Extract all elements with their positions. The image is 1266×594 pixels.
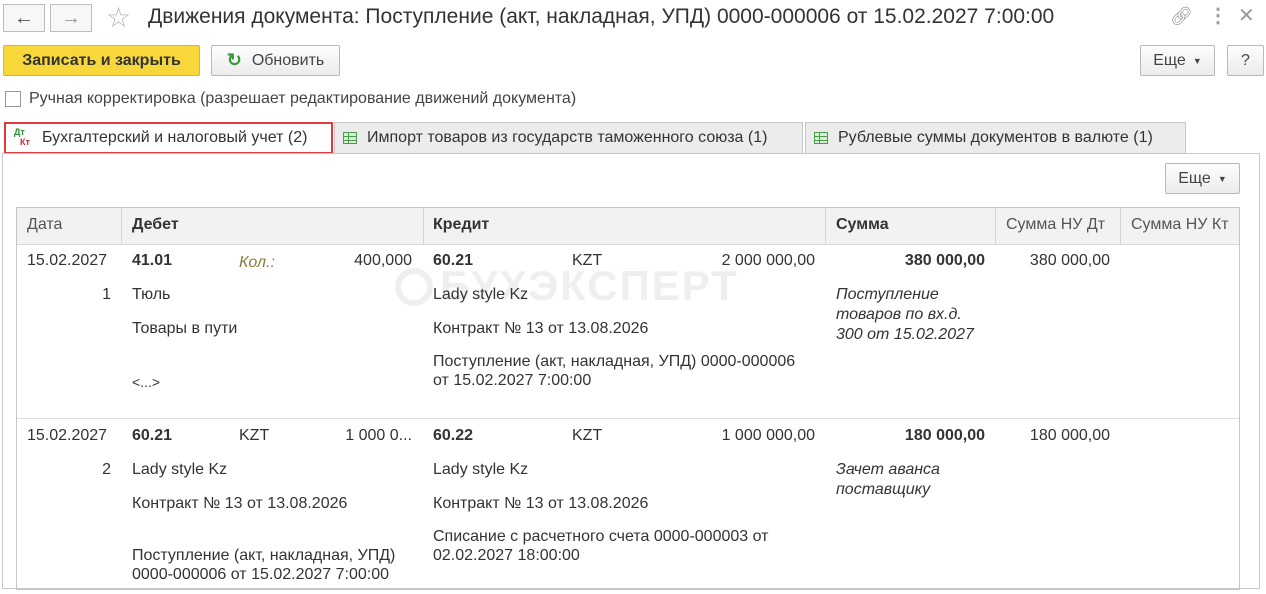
credit-subconto-2: Контракт № 13 от 13.08.2026 [433, 320, 649, 337]
tab-ruble-sums-label: Рублевые суммы документов в валюте (1) [838, 129, 1153, 146]
refresh-icon: ↻ [226, 50, 242, 70]
tab-import-goods[interactable]: Импорт товаров из государств таможенного… [334, 122, 803, 153]
credit-subconto-3-line1: Поступление (акт, накладная, УПД) 0000-0… [433, 353, 796, 370]
help-label: ? [1241, 51, 1250, 69]
row-sum: 380 000,00 [904, 252, 985, 269]
debit-qty-label: Кол.: [239, 254, 275, 271]
content-line2: товаров по вх.д. [836, 306, 962, 323]
chevron-down-icon: ▼ [1217, 173, 1227, 184]
column-debit[interactable]: Дебет [132, 216, 179, 234]
credit-account: 60.22 [433, 427, 474, 444]
tab-import-goods-label: Импорт товаров из государств таможенного… [367, 129, 768, 146]
help-button[interactable]: ? [1227, 45, 1264, 76]
debit-account: 41.01 [132, 252, 173, 269]
debit-subconto-3-line2: 0000-000006 от 15.02.2027 7:00:00 [132, 566, 389, 583]
credit-subconto-1: Lady style Kz [433, 461, 529, 478]
kebab-menu-icon[interactable]: ⋮ [1208, 3, 1228, 28]
column-sum-nu-dt[interactable]: Сумма НУ Дт [1006, 216, 1105, 234]
panel-more-label: Еще [1178, 169, 1211, 187]
tab-accounting[interactable]: Дт Кт Бухгалтерский и налоговый учет (2) [4, 122, 333, 154]
credit-subconto-1: Lady style Kz [433, 286, 529, 303]
table-header: Дата Дебет Кредит Сумма Сумма НУ Дт Сумм… [17, 208, 1239, 245]
content-line1: Зачет аванса [836, 461, 940, 478]
link-icon[interactable]: 🔗︎ [1170, 6, 1193, 27]
manual-correction-checkbox[interactable] [5, 91, 21, 107]
tab-ruble-sums[interactable]: Рублевые суммы документов в валюте (1) [805, 122, 1186, 153]
debit-subconto-1: Тюль [132, 286, 171, 303]
debit-subconto-2: Контракт № 13 от 13.08.2026 [132, 495, 348, 512]
back-button[interactable]: ← [3, 4, 45, 32]
column-sum-nu-kt[interactable]: Сумма НУ Кт [1131, 216, 1229, 234]
credit-account: 60.21 [433, 252, 474, 269]
row-date: 15.02.2027 [27, 252, 108, 269]
more-label: Еще [1153, 51, 1186, 69]
debit-subconto-1: Lady style Kz [132, 461, 228, 478]
dt-kt-icon: Дт Кт [14, 127, 30, 147]
debit-subconto-3-line1: Поступление (акт, накладная, УПД) [132, 547, 396, 564]
row-number: 2 [102, 461, 111, 478]
save-and-close-label: Записать и закрыть [22, 51, 181, 69]
content-line2: поставщику [836, 481, 931, 498]
row-sum: 180 000,00 [904, 427, 985, 444]
debit-subconto-3: <...> [132, 374, 161, 390]
more-button[interactable]: Еще ▼ [1140, 45, 1215, 76]
manual-correction-label: Ручная корректировка (разрешает редактир… [29, 90, 577, 107]
content-line3: 300 от 15.02.2027 [836, 326, 974, 343]
arrow-left-icon: ← [14, 6, 34, 29]
credit-subconto-2: Контракт № 13 от 13.08.2026 [433, 495, 649, 512]
credit-amount: 2 000 000,00 [721, 252, 815, 269]
refresh-button[interactable]: ↻ Обновить [211, 45, 340, 76]
row-sum-nu-dt: 180 000,00 [1029, 427, 1110, 444]
table-icon [814, 132, 828, 144]
save-and-close-button[interactable]: Записать и закрыть [3, 45, 200, 76]
tab-accounting-label: Бухгалтерский и налоговый учет (2) [42, 129, 308, 146]
forward-button[interactable]: → [50, 4, 92, 32]
close-icon[interactable]: ✕ [1238, 3, 1255, 28]
credit-subconto-3-line1: Списание с расчетного счета 0000-000003 … [433, 528, 769, 545]
debit-account: 60.21 [132, 427, 173, 444]
debit-qty: 400,000 [354, 252, 412, 269]
star-icon[interactable]: ☆ [106, 2, 131, 34]
debit-amount: 1 000 0... [345, 427, 412, 444]
panel-more-button[interactable]: Еще ▼ [1165, 163, 1240, 194]
credit-currency: KZT [572, 252, 603, 269]
debit-subconto-2: Товары в пути [132, 320, 238, 337]
credit-currency: KZT [572, 427, 603, 444]
arrow-right-icon: → [61, 6, 81, 29]
row-divider [17, 418, 1239, 419]
row-sum-nu-dt: 380 000,00 [1029, 252, 1110, 269]
table-icon [343, 132, 357, 144]
credit-amount: 1 000 000,00 [721, 427, 815, 444]
content-line1: Поступление [836, 286, 939, 303]
credit-subconto-3-line2: 02.02.2027 18:00:00 [433, 547, 580, 564]
chevron-down-icon: ▼ [1192, 55, 1202, 66]
column-credit[interactable]: Кредит [433, 216, 489, 234]
window-title: Движения документа: Поступление (акт, на… [148, 5, 1055, 28]
column-date[interactable]: Дата [27, 216, 62, 234]
row-date: 15.02.2027 [27, 427, 108, 444]
credit-subconto-3-line2: от 15.02.2027 7:00:00 [433, 372, 592, 389]
debit-currency: KZT [239, 427, 270, 444]
column-sum[interactable]: Сумма [836, 216, 889, 234]
row-number: 1 [102, 286, 111, 303]
watermark-logo-icon [395, 268, 433, 306]
refresh-label: Обновить [251, 51, 325, 69]
